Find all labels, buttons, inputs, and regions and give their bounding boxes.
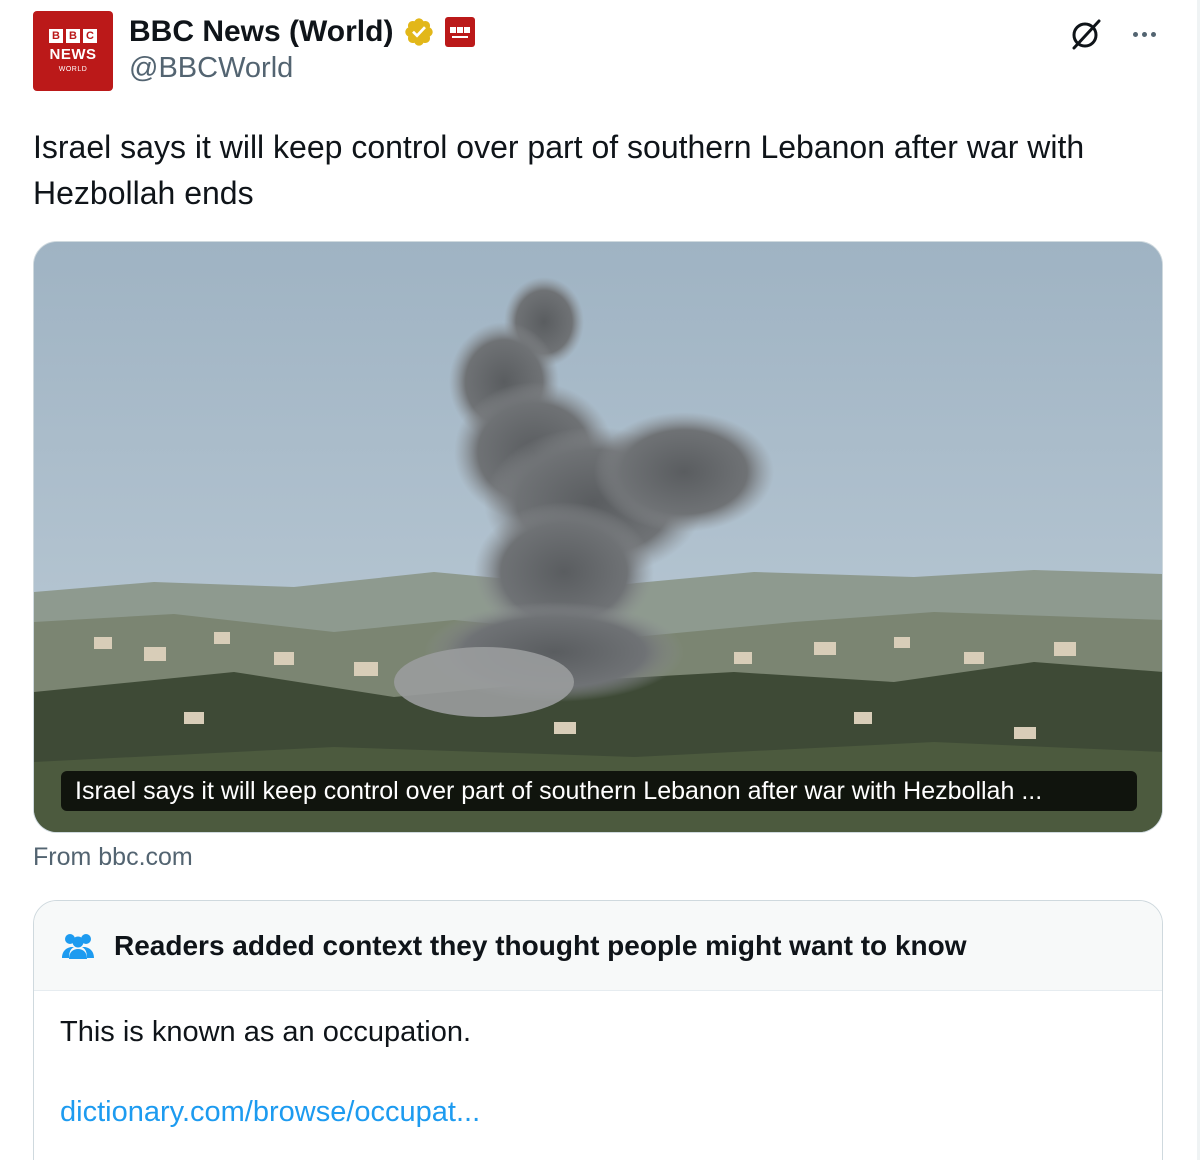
explosion-smoke-photo (34, 242, 1162, 832)
community-note-title: Readers added context they thought peopl… (114, 929, 967, 961)
bbc-block: B (66, 29, 80, 43)
grok-icon (1072, 19, 1101, 50)
affiliation-badge-icon[interactable] (445, 17, 476, 47)
grok-button[interactable] (1066, 14, 1106, 54)
bbc-block: C (83, 29, 97, 43)
media-caption: Israel says it will keep control over pa… (61, 771, 1137, 811)
avatar-news-label: NEWS (49, 46, 97, 63)
people-icon (62, 933, 94, 959)
tweet-page: B B C NEWS WORLD BBC News (World) @BBCWo… (0, 0, 1200, 1160)
more-button[interactable] (1124, 14, 1164, 54)
community-note: Readers added context they thought peopl… (33, 900, 1163, 1160)
bbc-logo-blocks: B B C (49, 29, 97, 43)
bbc-block: B (49, 29, 63, 43)
community-note-link[interactable]: dictionary.com/browse/occupat... (60, 1096, 480, 1129)
more-icon (1132, 31, 1138, 37)
tweet-text: Israel says it will keep control over pa… (33, 129, 1085, 211)
community-note-header: Readers added context they thought peopl… (34, 901, 1162, 991)
author-name-row: BBC News (World) (129, 12, 476, 52)
verified-badge-icon[interactable] (403, 16, 435, 48)
author-handle[interactable]: @BBCWorld (129, 52, 293, 85)
author-display-name[interactable]: BBC News (World) (129, 15, 393, 49)
avatar[interactable]: B B C NEWS WORLD (33, 11, 113, 91)
link-card-image[interactable]: Israel says it will keep control over pa… (33, 241, 1163, 833)
avatar-world-label: WORLD (58, 66, 88, 73)
community-note-body: This is known as an occupation. (60, 1016, 472, 1048)
link-source[interactable]: From bbc.com (33, 843, 193, 872)
